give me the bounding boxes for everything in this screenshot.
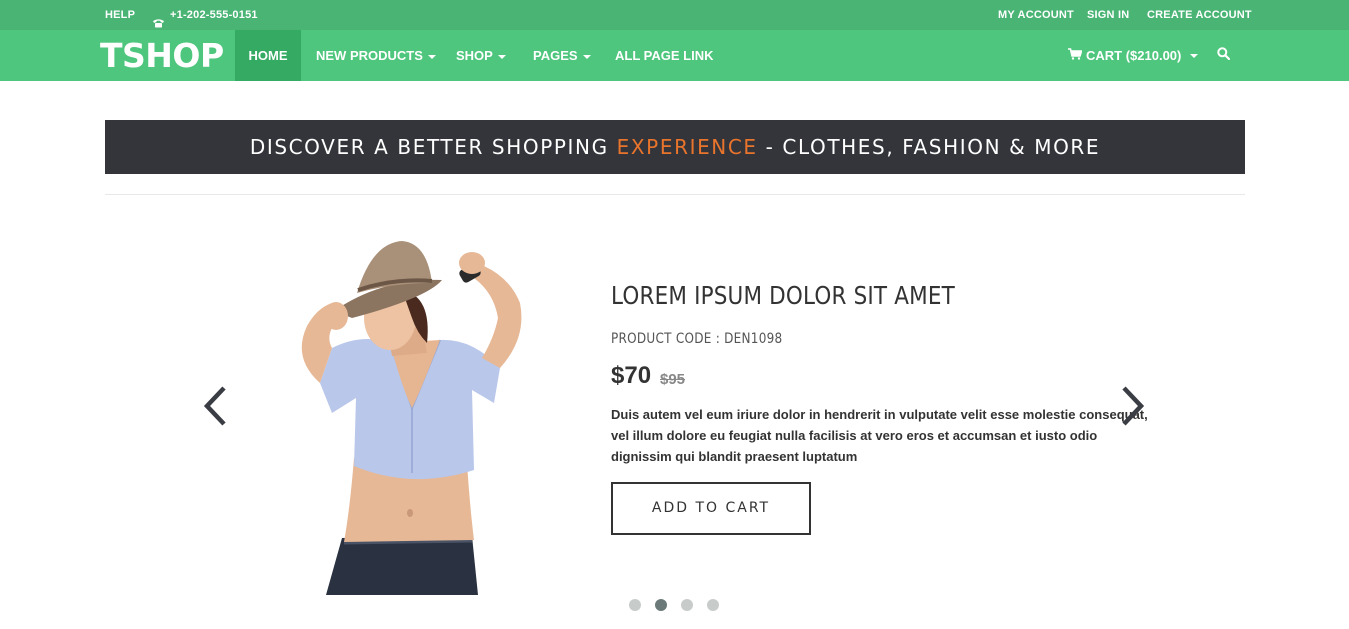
phone-number: +1-202-555-0151 [170, 9, 258, 21]
phone-contact[interactable]: +1-202-555-0151 [152, 0, 258, 30]
create-account-link[interactable]: CREATE ACCOUNT [1147, 0, 1252, 30]
caret-down-icon [1190, 53, 1199, 58]
slider-dot[interactable] [655, 599, 667, 611]
nav-all-page-link[interactable]: ALL PAGE LINK [615, 30, 713, 81]
nav-shop-label: SHOP [456, 48, 493, 63]
cart-dropdown[interactable]: CART ($210.00) [1068, 30, 1199, 81]
phone-icon [152, 10, 165, 28]
sign-in-link[interactable]: SIGN IN [1087, 0, 1129, 30]
slider-pagination [629, 599, 719, 611]
search-button[interactable] [1210, 30, 1236, 81]
main-navbar: TSHOP HOME NEW PRODUCTS SHOP PAGES ALL P… [0, 30, 1349, 81]
chevron-right-icon [1122, 386, 1145, 426]
nav-shop[interactable]: SHOP [456, 30, 506, 81]
banner-text-end: - CLOTHES, FASHION & MORE [757, 135, 1101, 159]
description-line: dignissim qui blandit praesent luptatum [611, 449, 858, 464]
product-title: LOREM IPSUM DOLOR SIT AMET [611, 281, 955, 310]
divider [105, 194, 1245, 195]
slider-next-button[interactable] [1118, 383, 1148, 429]
description-line: vel illum dolore eu feugiat nulla facili… [611, 428, 1098, 443]
top-bar: HELP +1-202-555-0151 MY ACCOUNT SIGN IN … [0, 0, 1349, 30]
product-image [262, 208, 548, 595]
nav-pages-label: PAGES [533, 48, 578, 63]
nav-home-label: HOME [248, 48, 288, 63]
slider-dot[interactable] [707, 599, 719, 611]
product-price: $70 [611, 362, 652, 389]
promo-banner: DISCOVER A BETTER SHOPPING EXPERIENCE - … [105, 120, 1245, 174]
my-account-link[interactable]: MY ACCOUNT [998, 0, 1074, 30]
help-link[interactable]: HELP [105, 0, 135, 30]
caret-down-icon [427, 54, 436, 59]
search-icon [1216, 30, 1230, 81]
cart-label: CART ($210.00) [1086, 48, 1182, 63]
cart-icon [1068, 30, 1083, 81]
slider-prev-button[interactable] [200, 383, 230, 429]
add-to-cart-button[interactable]: ADD TO CART [611, 482, 811, 535]
nav-new-products[interactable]: NEW PRODUCTS [316, 30, 436, 81]
caret-down-icon [497, 54, 506, 59]
slider-dot[interactable] [681, 599, 693, 611]
chevron-left-icon [203, 386, 226, 426]
caret-down-icon [582, 54, 591, 59]
description-line: Duis autem vel eum iriure dolor in hendr… [611, 407, 1148, 422]
nav-new-products-label: NEW PRODUCTS [316, 48, 423, 63]
slider-dot[interactable] [629, 599, 641, 611]
site-logo[interactable]: TSHOP [100, 30, 224, 81]
product-description: Duis autem vel eum iriure dolor in hendr… [611, 404, 1148, 467]
nav-all-page-link-label: ALL PAGE LINK [615, 48, 714, 63]
banner-text-start: DISCOVER A BETTER SHOPPING [249, 135, 617, 159]
product-code: PRODUCT CODE : DEN1098 [611, 331, 783, 347]
banner-accent-text: EXPERIENCE [616, 135, 758, 159]
nav-pages[interactable]: PAGES [533, 30, 591, 81]
product-old-price: $95 [660, 371, 686, 388]
nav-home[interactable]: HOME [235, 30, 301, 81]
